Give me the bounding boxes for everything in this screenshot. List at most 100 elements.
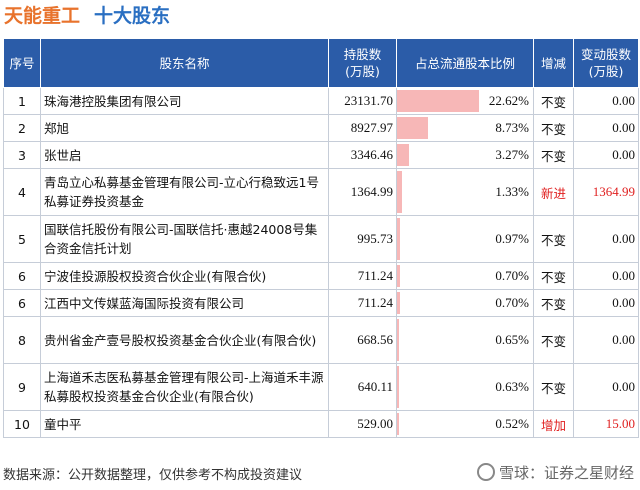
data-source-note: 数据来源：公开数据整理，仅供参考不构成投资建议 [3, 468, 303, 483]
cell-ratio: 8.73% [396, 114, 534, 142]
table-row: 9 上海道禾志医私募基金管理有限公司-上海道禾丰源私募股权投资基金合伙企业(有限合… [3, 363, 639, 411]
cell-delta: 0.00 [573, 289, 639, 317]
cell-idx: 5 [3, 215, 41, 263]
cell-idx: 6 [3, 289, 41, 317]
ratio-bar [397, 265, 400, 287]
ratio-bar [397, 117, 429, 139]
cell-delta: 0.00 [573, 316, 639, 364]
snowball-logo-icon [476, 463, 495, 481]
ratio-text: 8.73% [495, 120, 529, 135]
ratio-text: 0.70% [495, 295, 529, 310]
ratio-text: 0.65% [495, 332, 529, 347]
ratio-text: 0.52% [495, 416, 529, 431]
cell-name: 青岛立心私募基金管理有限公司-立心行稳致远1号私募证券投资基金 [40, 168, 329, 216]
cell-name: 贵州省金产壹号股权投资基金合伙企业(有限合伙) [40, 316, 329, 364]
table-header-row: 序号 股东名称 持股数 (万股) 占总流通股本比例 增减 变动股数 (万股) [3, 38, 639, 88]
header-change: 增减 [533, 38, 574, 88]
cell-idx: 9 [3, 363, 41, 411]
cell-idx: 4 [3, 168, 41, 216]
cell-ratio: 0.65% [396, 316, 534, 364]
company-title: 天能重工 [4, 5, 81, 27]
cell-shares: 668.56 [328, 316, 397, 364]
ratio-text: 0.97% [495, 231, 529, 246]
ratio-bar [397, 144, 409, 166]
cell-change: 不变 [533, 316, 574, 364]
cell-delta: 0.00 [573, 87, 639, 115]
header-idx: 序号 [3, 38, 41, 88]
cell-delta: 0.00 [573, 141, 639, 169]
table-row: 8 贵州省金产壹号股权投资基金合伙企业(有限合伙) 668.56 0.65% 不变 0.0… [3, 316, 639, 364]
cell-shares: 8927.97 [328, 114, 397, 142]
cell-name: 江西中文传媒蓝海国际投资有限公司 [40, 289, 329, 317]
cell-change: 不变 [533, 262, 574, 290]
cell-ratio: 0.70% [396, 262, 534, 290]
cell-delta: 0.00 [573, 215, 639, 263]
cell-shares: 995.73 [328, 215, 397, 263]
section-title: 十大股东 [94, 5, 171, 27]
cell-shares: 529.00 [328, 410, 397, 438]
cell-name: 上海道禾志医私募基金管理有限公司-上海道禾丰源私募股权投资基金合伙企业(有限合伙… [40, 363, 329, 411]
ratio-text: 0.70% [495, 268, 529, 283]
cell-ratio: 0.97% [396, 215, 534, 263]
ratio-bar [397, 292, 400, 314]
header-name: 股东名称 [40, 38, 329, 88]
cell-change: 不变 [533, 141, 574, 169]
cell-shares: 640.11 [328, 363, 397, 411]
table-row: 3 张世启 3346.46 3.27% 不变 0.00 [3, 141, 639, 169]
cell-change: 不变 [533, 87, 574, 115]
cell-change: 不变 [533, 363, 574, 411]
ratio-text: 3.27% [495, 147, 529, 162]
cell-idx: 2 [3, 114, 41, 142]
cell-name: 张世启 [40, 141, 329, 169]
cell-delta: 0.00 [573, 262, 639, 290]
cell-idx: 8 [3, 316, 41, 364]
cell-change: 增加 [533, 410, 574, 438]
cell-change: 不变 [533, 289, 574, 317]
cell-change: 不变 [533, 114, 574, 142]
cell-ratio: 1.33% [396, 168, 534, 216]
ratio-bar [397, 413, 399, 435]
table-row: 10 童中平 529.00 0.52% 增加 15.00 [3, 410, 639, 438]
cell-idx: 10 [3, 410, 41, 438]
cell-name: 宁波佳投源股权投资合伙企业(有限合伙) [40, 262, 329, 290]
cell-delta: 15.00 [573, 410, 639, 438]
cell-shares: 3346.46 [328, 141, 397, 169]
header-ratio: 占总流通股本比例 [396, 38, 534, 88]
cell-idx: 3 [3, 141, 41, 169]
table-row: 2 郑旭 8927.97 8.73% 不变 0.00 [3, 114, 639, 142]
cell-delta: 0.00 [573, 114, 639, 142]
cell-name: 珠海港控股集团有限公司 [40, 87, 329, 115]
cell-ratio: 0.52% [396, 410, 534, 438]
cell-delta: 0.00 [573, 363, 639, 411]
cell-idx: 6 [3, 262, 41, 290]
ratio-text: 0.63% [495, 379, 529, 394]
page-title: 天能重工 十大股东 [4, 2, 170, 30]
cell-name: 国联信托股份有限公司-国联信托·惠越24008号集合资金信托计划 [40, 215, 329, 263]
brand-watermark: 雪球：证券之星财经 [476, 462, 634, 483]
cell-delta: 1364.99 [573, 168, 639, 216]
ratio-text: 22.62% [488, 93, 529, 108]
cell-shares: 23131.70 [328, 87, 397, 115]
cell-shares: 1364.99 [328, 168, 397, 216]
table-row: 1 珠海港控股集团有限公司 23131.70 22.62% 不变 0.00 [3, 87, 639, 115]
ratio-bar [397, 171, 402, 213]
cell-ratio: 0.63% [396, 363, 534, 411]
cell-ratio: 3.27% [396, 141, 534, 169]
cell-change: 不变 [533, 215, 574, 263]
table-row: 6 江西中文传媒蓝海国际投资有限公司 711.24 0.70% 不变 0.00 [3, 289, 639, 317]
cell-shares: 711.24 [328, 289, 397, 317]
table-row: 5 国联信托股份有限公司-国联信托·惠越24008号集合资金信托计划 995.73 0… [3, 215, 639, 263]
cell-name: 郑旭 [40, 114, 329, 142]
header-delta: 变动股数 (万股) [573, 38, 639, 88]
cell-idx: 1 [3, 87, 41, 115]
ratio-bar [397, 90, 479, 112]
brand-text: 雪球：证券之星财经 [498, 464, 634, 482]
header-shares: 持股数 (万股) [328, 38, 397, 88]
ratio-text: 1.33% [495, 184, 529, 199]
cell-shares: 711.24 [328, 262, 397, 290]
ratio-bar [397, 218, 401, 260]
cell-name: 童中平 [40, 410, 329, 438]
cell-ratio: 22.62% [396, 87, 534, 115]
cell-change: 新进 [533, 168, 574, 216]
ratio-bar [397, 366, 400, 408]
